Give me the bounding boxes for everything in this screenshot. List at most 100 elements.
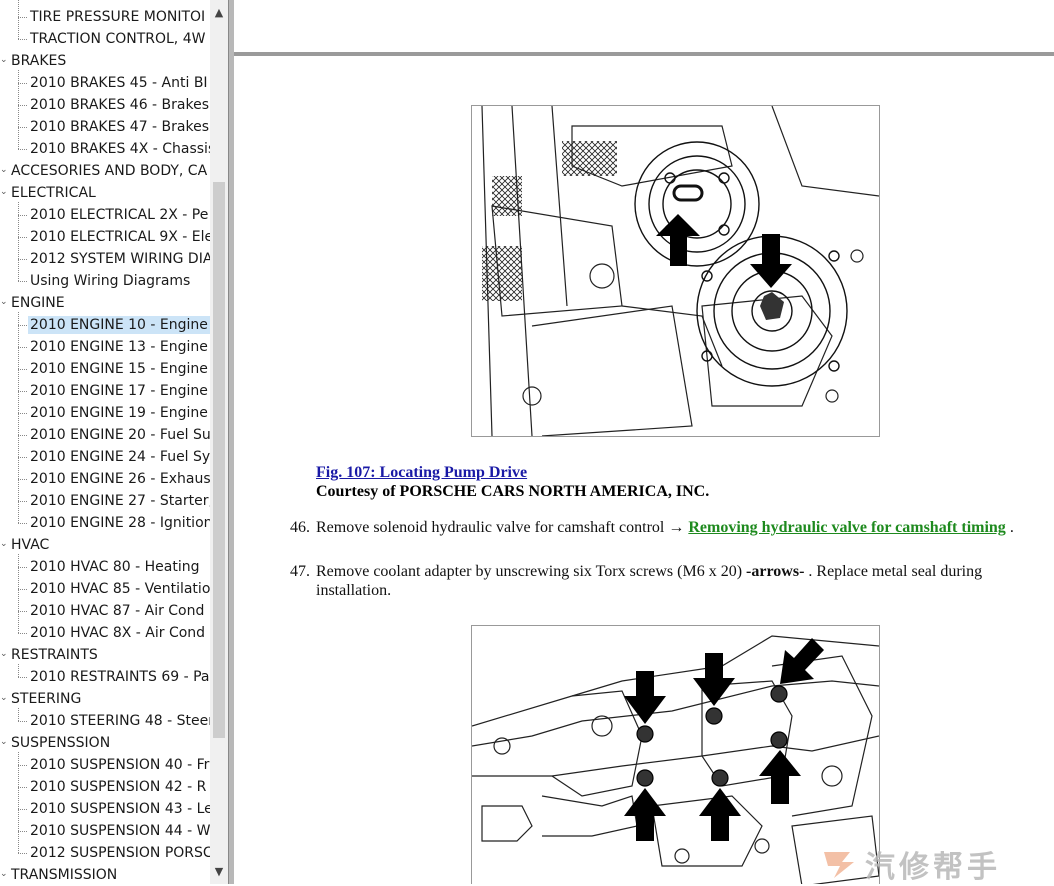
scroll-thumb[interactable] <box>213 182 225 738</box>
tree-item-label: 2010 STEERING 48 - Steer <box>30 713 210 729</box>
tree-item[interactable]: 2010 SUSPENSION 43 - Le <box>0 798 210 820</box>
tree-guide-branch <box>18 149 27 150</box>
tree-item-label: 2010 ENGINE 27 - Starter, <box>30 493 210 509</box>
tree-item[interactable]: TIRE PRESSURE MONITOI <box>0 6 210 28</box>
expand-chevron-icon[interactable]: ⌄ <box>0 692 8 704</box>
tree-guide-branch <box>18 281 27 282</box>
expand-chevron-icon[interactable]: ⌄ <box>0 186 8 198</box>
tree-guide-branch <box>18 39 27 40</box>
tree-guide-branch <box>18 325 27 326</box>
tree-item[interactable]: Using Wiring Diagrams <box>0 270 210 292</box>
step-text: Remove solenoid hydraulic valve for cams… <box>316 518 1031 537</box>
content-toolbar <box>234 0 1054 56</box>
tree-guide-branch <box>18 259 27 260</box>
tree-item-label: ACCESORIES AND BODY, CA <box>11 163 208 179</box>
tree-item[interactable]: 2010 BRAKES 4X - Chassis <box>0 138 210 160</box>
tree-guide-branch <box>18 765 27 766</box>
tree-item[interactable]: 2010 SUSPENSION 44 - W <box>0 820 210 842</box>
tree-guide-branch <box>18 435 27 436</box>
tree-item[interactable]: 2010 ELECTRICAL 9X - Ele <box>0 226 210 248</box>
tree-category[interactable]: ⌄ ELECTRICAL <box>0 182 210 204</box>
tree-item[interactable]: 2010 ENGINE 27 - Starter, <box>0 490 210 512</box>
tree-item[interactable]: 2010 ENGINE 24 - Fuel Sy <box>0 446 210 468</box>
tree-item[interactable]: 2012 SUSPENSION PORSC <box>0 842 210 864</box>
tree-item-label: 2012 SYSTEM WIRING DIA <box>30 251 210 267</box>
tree-item[interactable]: 2010 SUSPENSION 40 - Fr <box>0 754 210 776</box>
expand-chevron-icon[interactable]: ⌄ <box>0 296 8 308</box>
tree-guide-branch <box>18 831 27 832</box>
tree-item-label: STEERING <box>11 691 82 707</box>
tree-item-label: TIRE PRESSURE MONITOI <box>30 9 206 25</box>
tree-item[interactable]: 2010 SUSPENSION 42 - R <box>0 776 210 798</box>
expand-chevron-icon[interactable]: ⌄ <box>0 736 8 748</box>
tree-category[interactable]: ⌄ RESTRAINTS <box>0 644 210 666</box>
tree-item[interactable]: 2010 HVAC 87 - Air Cond <box>0 600 210 622</box>
tree-item-label: 2010 SUSPENSION 42 - R <box>30 779 207 795</box>
figure-link[interactable]: Fig. 107: Locating Pump Drive <box>316 464 527 481</box>
tree-item-label: 2010 ENGINE 28 - Ignition <box>30 515 210 531</box>
tree-item[interactable]: 2010 HVAC 85 - Ventilatio <box>0 578 210 600</box>
tree-item-label: SUSPENSSION <box>11 735 111 751</box>
tree-item[interactable]: 2010 ENGINE 13 - Engine <box>0 336 210 358</box>
tree-guide-branch <box>18 633 27 634</box>
tree-guide-branch <box>18 369 27 370</box>
tree-item-label: 2010 SUSPENSION 43 - Le <box>30 801 210 817</box>
tree-guide-branch <box>18 501 27 502</box>
tree-item[interactable]: 2010 ENGINE 20 - Fuel Su <box>0 424 210 446</box>
tree-item[interactable]: 2010 BRAKES 46 - Brakes <box>0 94 210 116</box>
tree-item-label: 2010 SUSPENSION 40 - Fr <box>30 757 210 773</box>
tree-item[interactable]: 2010 BRAKES 47 - Brakes <box>0 116 210 138</box>
tree-item-label: 2010 ENGINE 17 - Engine <box>30 383 208 399</box>
tree-item-label: 2010 BRAKES 47 - Brakes <box>30 119 210 135</box>
expand-chevron-icon[interactable]: ⌄ <box>0 868 8 880</box>
tree-item-label: 2010 BRAKES 46 - Brakes <box>30 97 210 113</box>
tree-category[interactable]: ⌄ TRANSMISSION <box>0 864 210 884</box>
tree-item-label: 2010 ENGINE 26 - Exhaus <box>30 471 210 487</box>
tree-guide-branch <box>18 105 27 106</box>
tree-item[interactable]: 2010 HVAC 80 - Heating <box>0 556 210 578</box>
tree-item[interactable]: 2010 RESTRAINTS 69 - Pa <box>0 666 210 688</box>
tree-category[interactable]: ⌄ BRAKES <box>0 50 210 72</box>
tree-guide-branch <box>18 567 27 568</box>
tree-category[interactable]: ⌄ ENGINE <box>0 292 210 314</box>
tree-item-label: 2010 RESTRAINTS 69 - Pa <box>30 669 210 685</box>
tree-item[interactable]: 2010 ENGINE 28 - Ignition <box>0 512 210 534</box>
tree-item[interactable]: 2010 ELECTRICAL 2X - Pe <box>0 204 210 226</box>
tree-category[interactable]: ⌄ STEERING <box>0 688 210 710</box>
tree-item-label: BRAKES <box>11 53 67 69</box>
tree-item[interactable]: 2010 ENGINE 15 - Engine <box>0 358 210 380</box>
tree-item-label: 2010 ENGINE 15 - Engine <box>30 361 208 377</box>
expand-chevron-icon[interactable]: ⌄ <box>0 164 8 176</box>
tree-item[interactable]: 2010 HVAC 8X - Air Cond <box>0 622 210 644</box>
tree-item-label: 2010 ELECTRICAL 2X - Pe <box>30 207 209 223</box>
tree-category[interactable]: ⌄ SUSPENSSION <box>0 732 210 754</box>
tree-guide-branch <box>18 391 27 392</box>
scroll-up-icon[interactable]: ▲ <box>210 0 228 24</box>
tree-item[interactable]: 2010 STEERING 48 - Steer <box>0 710 210 732</box>
tree-item[interactable]: 2010 BRAKES 45 - Anti BI <box>0 72 210 94</box>
tree-scrollbar[interactable]: ▲ ▼ <box>210 0 228 884</box>
scroll-down-icon[interactable]: ▼ <box>210 860 228 884</box>
expand-chevron-icon[interactable]: ⌄ <box>0 54 8 66</box>
expand-chevron-icon[interactable]: ⌄ <box>0 538 8 550</box>
tree-item[interactable]: 2010 ENGINE 26 - Exhaus <box>0 468 210 490</box>
tree-item-label: TRANSMISSION <box>11 867 118 883</box>
tree-guide-branch <box>18 457 27 458</box>
tree-guide-branch <box>18 611 27 612</box>
tree-item[interactable]: 2012 SYSTEM WIRING DIA <box>0 248 210 270</box>
expand-chevron-icon[interactable]: ⌄ <box>0 648 8 660</box>
watermark-logo: 汽修帮手 <box>820 840 1054 885</box>
tree-item[interactable]: 2010 ENGINE 10 - Engine <box>0 314 210 336</box>
tree-item[interactable]: 2010 ENGINE 17 - Engine <box>0 380 210 402</box>
tree-item-label: 2010 HVAC 80 - Heating <box>30 559 200 575</box>
tree-item[interactable]: 2010 ENGINE 19 - Engine <box>0 402 210 424</box>
step-46-link[interactable]: Removing hydraulic valve for camshaft ti… <box>688 519 1005 536</box>
tree-category[interactable]: ⌄ HVAC <box>0 534 210 556</box>
tree-item-label: ELECTRICAL <box>11 185 96 201</box>
tree-guide-branch <box>18 215 27 216</box>
tree-category[interactable]: ⌄ ACCESORIES AND BODY, CA <box>0 160 210 182</box>
tree-item-label: 2010 ELECTRICAL 9X - Ele <box>30 229 210 245</box>
tree-item-label: 2010 HVAC 85 - Ventilatio <box>30 581 210 597</box>
step-number: 46. <box>290 519 310 536</box>
tree-item[interactable]: TRACTION CONTROL, 4W <box>0 28 210 50</box>
